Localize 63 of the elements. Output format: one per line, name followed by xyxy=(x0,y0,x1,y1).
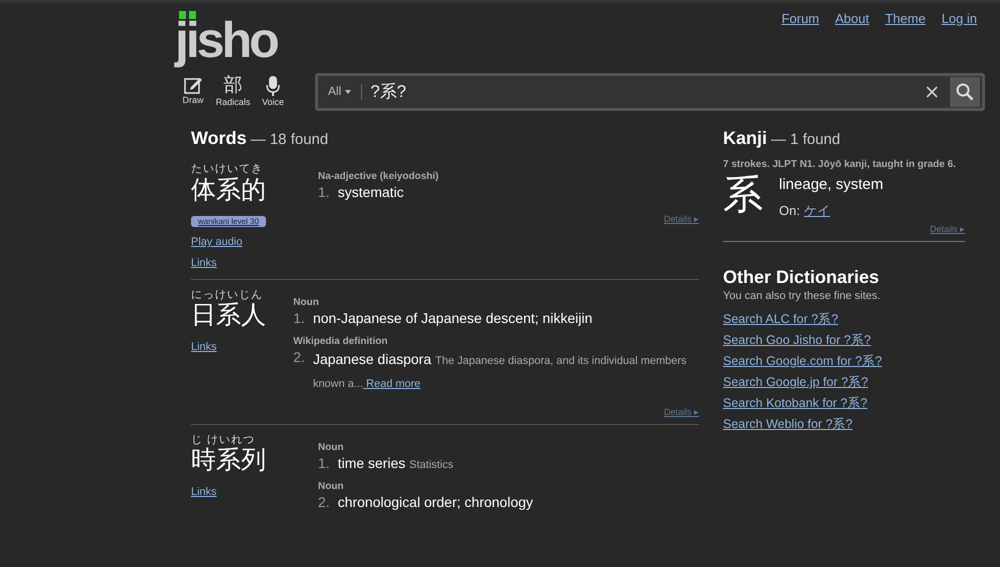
dictionary-link[interactable]: Search Weblio for ?系? xyxy=(723,416,852,431)
sense-number: 1. xyxy=(318,183,330,202)
clear-icon[interactable] xyxy=(926,86,938,98)
tag: Statistics xyxy=(409,458,454,472)
search-field[interactable]: All ?系? xyxy=(315,73,985,111)
reading-link[interactable]: ケイ xyxy=(804,202,830,218)
dictionary-link[interactable]: Search Goo Jisho for ?系? xyxy=(723,333,871,348)
meaning: systematic xyxy=(338,183,404,202)
nav-link[interactable]: About xyxy=(835,11,870,65)
furigana: にっけいじん xyxy=(191,288,264,302)
kanji-meaning: lineage, system xyxy=(779,175,884,195)
section-title: Kanji xyxy=(723,128,768,148)
subtitle: You can also try these fine sites. xyxy=(723,289,882,304)
section-title: Words xyxy=(191,128,247,148)
part-of-speech: Noun xyxy=(318,480,345,494)
result-count: — 18 found xyxy=(250,131,328,148)
entry-link[interactable]: Links xyxy=(191,256,217,269)
nav-link[interactable]: Log in xyxy=(942,11,977,65)
search-button[interactable] xyxy=(950,77,980,107)
sense-number: 2. xyxy=(318,493,330,512)
pencil-icon xyxy=(183,75,203,96)
sense-number: 1. xyxy=(293,308,305,328)
section-title: Other Dictionaries xyxy=(723,266,880,289)
search-icon xyxy=(956,83,974,101)
dictionary-link[interactable]: Search Google.com for ?系? xyxy=(723,354,882,368)
dictionary-link[interactable]: Search Kotobank for ?系? xyxy=(723,396,868,410)
japanese-word: 日系人 xyxy=(191,302,267,330)
result-count: — 1 found xyxy=(771,131,840,148)
japanese-word: 体系的 xyxy=(191,176,267,204)
scope-dropdown[interactable]: All xyxy=(318,84,362,100)
caret-icon xyxy=(345,90,352,94)
tool-button[interactable]: Draw xyxy=(175,75,211,109)
logo-mark-icon xyxy=(179,11,197,19)
part-of-speech: Noun xyxy=(293,296,320,309)
dictionary-link[interactable]: Search ALC for ?系? xyxy=(723,312,838,326)
meaning: time series xyxy=(338,454,406,472)
furigana: じ けいれつ xyxy=(191,432,256,447)
sense-number: 2. xyxy=(293,348,305,366)
nav-link[interactable]: Theme xyxy=(885,11,926,65)
tool-button[interactable]: Voice xyxy=(255,75,291,109)
read-more-link[interactable]: Read more xyxy=(363,378,421,390)
definition-text: Japanese diaspora The Japanese diaspora, and its individual members known a... Read more xyxy=(312,350,688,392)
tool-button[interactable]: 部 Radicals xyxy=(215,75,251,109)
entry-link[interactable]: Links xyxy=(191,486,217,498)
meaning: non-Japanese of Japanese descent; nikkeijin xyxy=(312,308,592,328)
kanji-info: 7 strokes. JLPT N1. Jōyō kanji, taught in grade 6. xyxy=(723,158,957,172)
level-badge[interactable]: wanikani level 30 xyxy=(191,216,266,228)
kanji-character[interactable]: 系 xyxy=(723,175,763,220)
part-of-speech: Noun xyxy=(318,440,345,454)
logo[interactable]: jisho xyxy=(175,15,277,65)
microphone-icon xyxy=(265,75,281,98)
dictionary-link[interactable]: Search Google.jp for ?系? xyxy=(723,375,868,390)
reading-label: On: xyxy=(779,202,800,218)
part-of-speech: Wikipedia definition xyxy=(293,335,389,348)
nav-link[interactable]: Forum xyxy=(782,11,820,65)
sense-number: 1. xyxy=(318,454,330,472)
furigana: たいけいてき xyxy=(191,162,264,177)
japanese-word: 時系列 xyxy=(191,447,267,475)
part-of-speech: Na-adjective (keiyodoshi) xyxy=(318,170,440,184)
entry-link[interactable]: Play audio xyxy=(191,236,242,248)
meaning: chronological order; chronology xyxy=(338,493,534,512)
radical-glyph: 部 xyxy=(222,75,244,98)
entry-link[interactable]: Links xyxy=(191,340,217,353)
